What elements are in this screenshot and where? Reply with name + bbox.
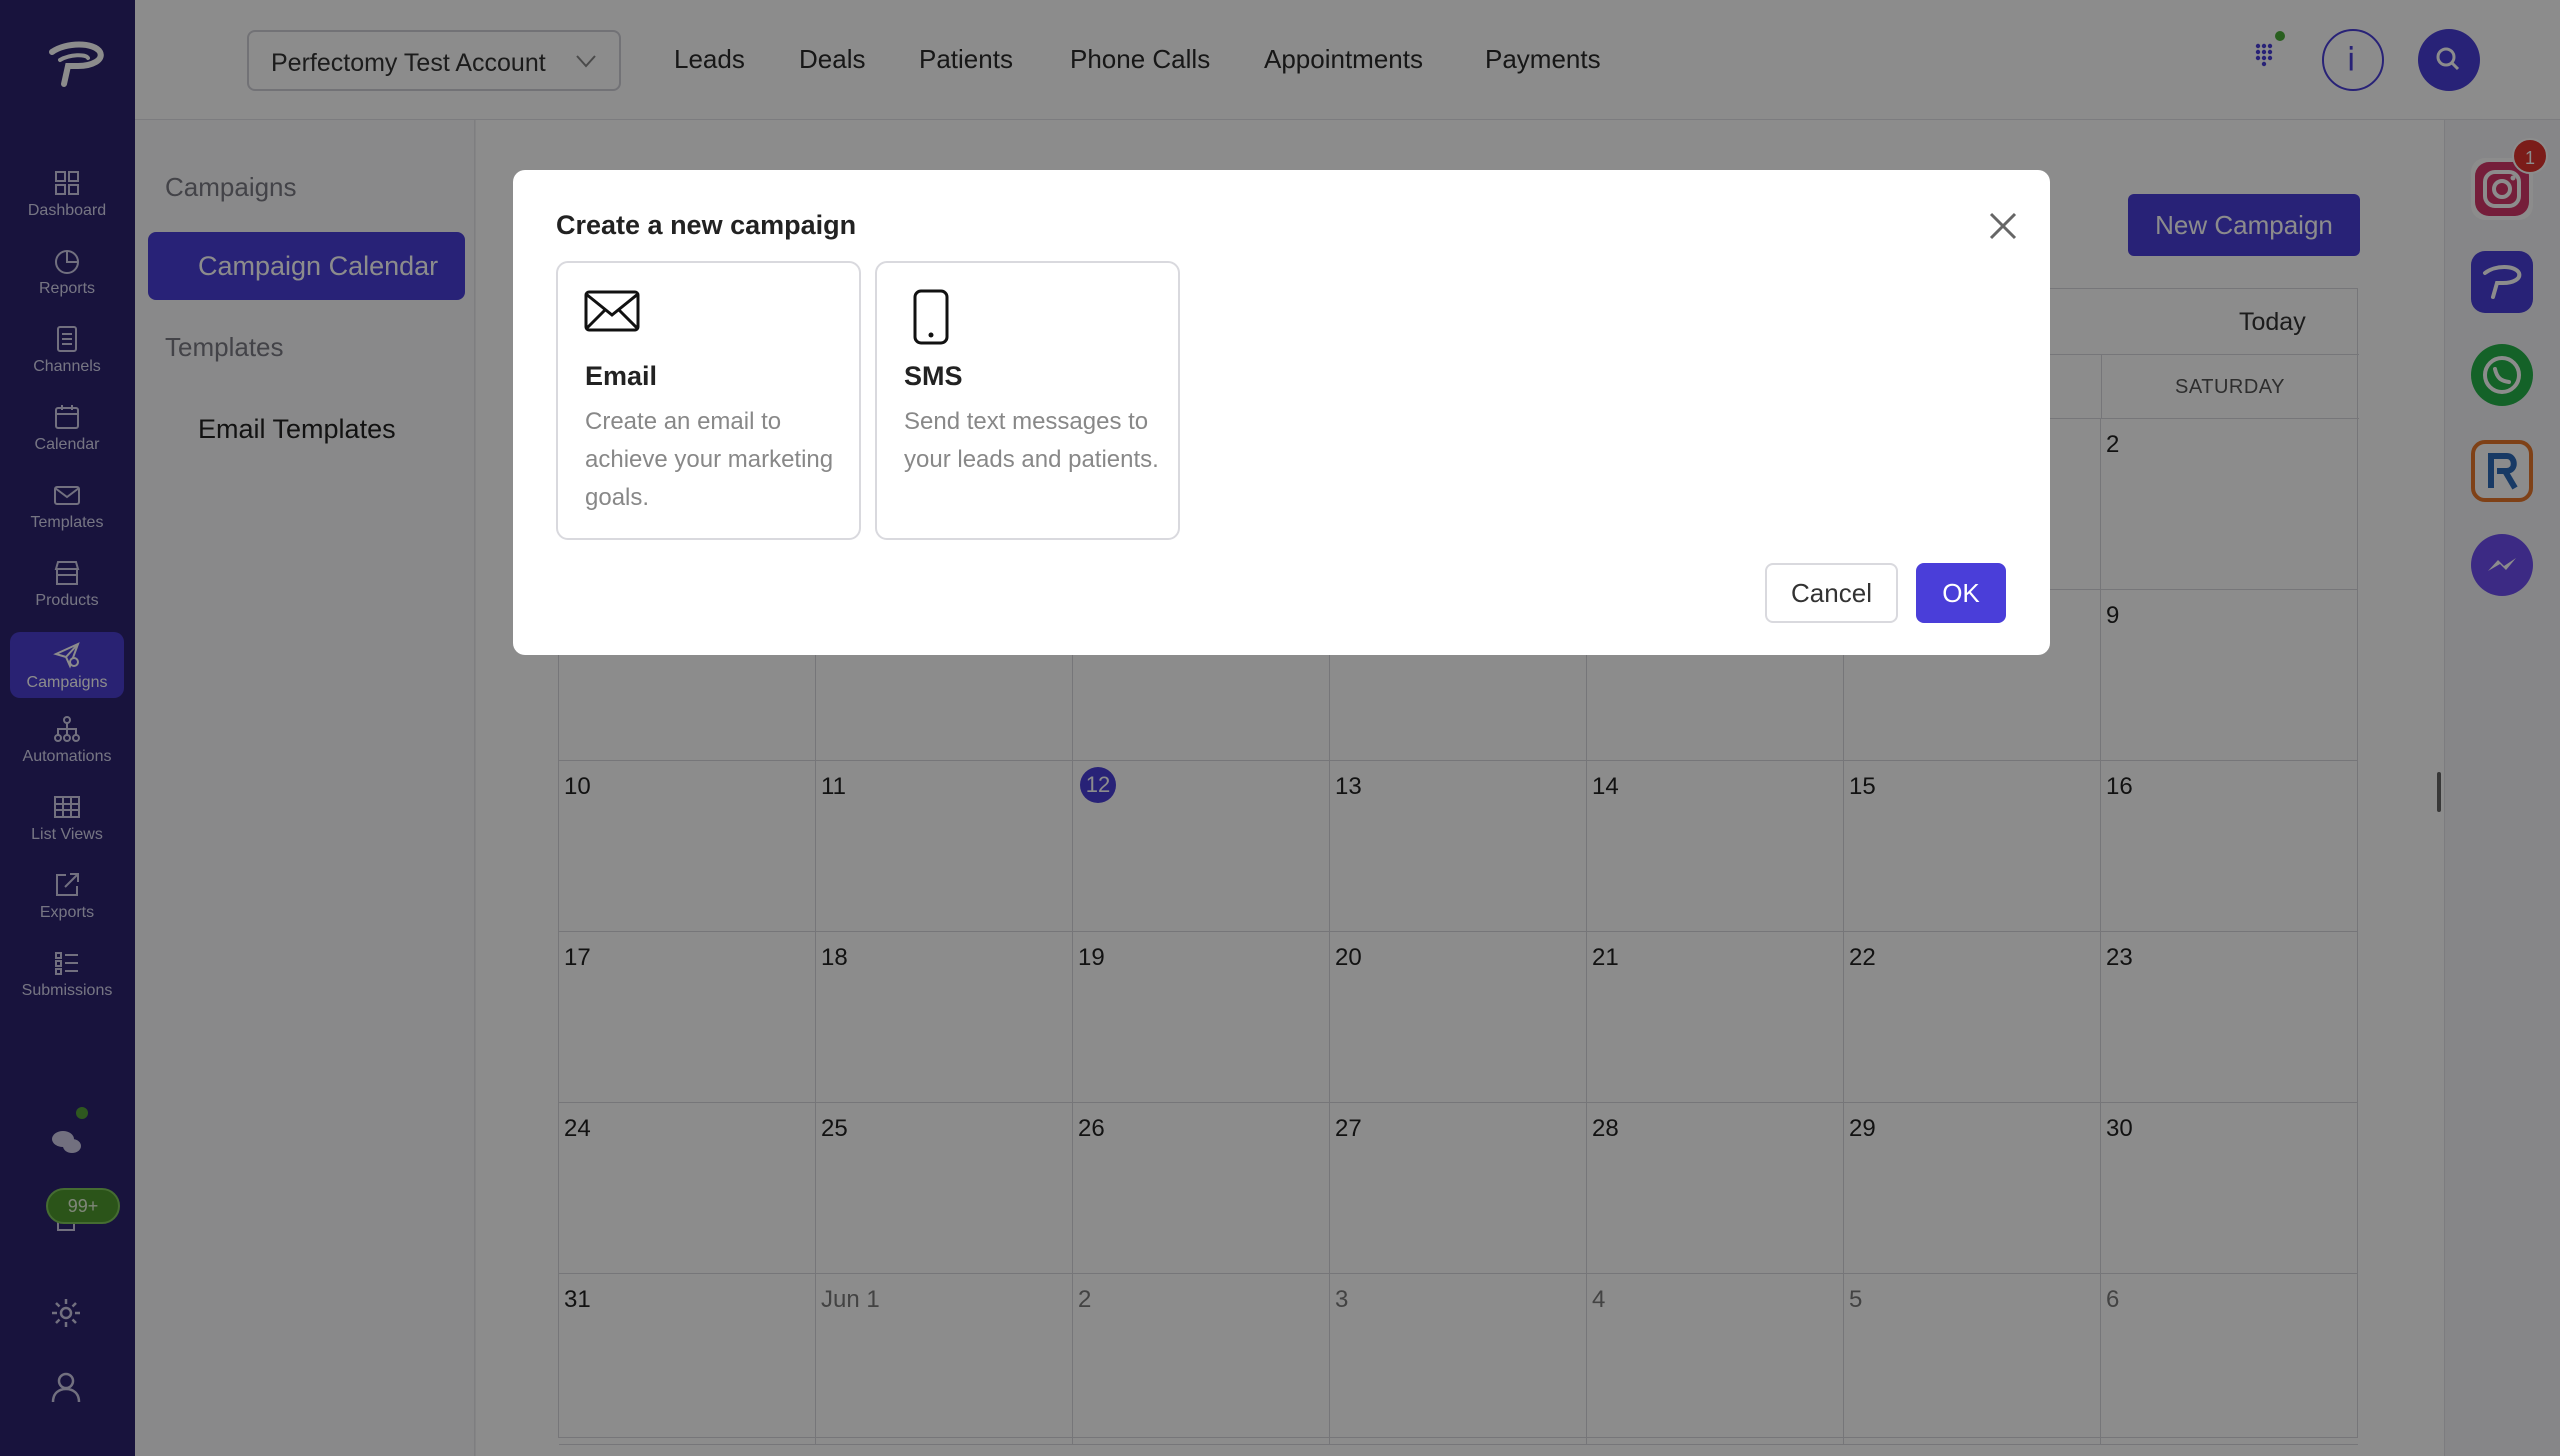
sms-option-card[interactable]: SMS Send text messages to your leads and…: [875, 261, 1180, 540]
sms-option-description: Send text messages to your leads and pat…: [904, 408, 1159, 473]
email-option-card[interactable]: Email Create an email to achieve your ma…: [556, 261, 861, 540]
email-option-title: Email: [585, 361, 658, 391]
create-campaign-modal: Create a new campaign Email Create an em…: [513, 170, 2050, 655]
phone-icon: [913, 289, 949, 345]
email-option-description: Create an email to achieve your marketin…: [585, 408, 834, 511]
close-icon[interactable]: [1983, 206, 2023, 246]
ok-button[interactable]: OK: [1916, 563, 2006, 623]
envelope-icon: [584, 290, 640, 332]
cancel-button[interactable]: Cancel: [1765, 563, 1898, 623]
sms-option-title: SMS: [904, 361, 963, 391]
modal-title: Create a new campaign: [556, 210, 857, 240]
